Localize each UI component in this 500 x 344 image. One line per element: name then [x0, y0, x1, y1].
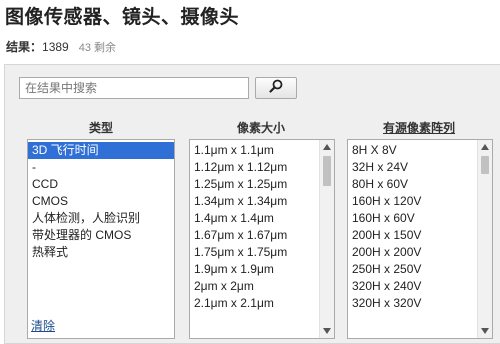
results-summary: 结果：1389 43 剩余	[6, 38, 116, 55]
search-icon	[269, 79, 283, 98]
list-option[interactable]: 1.9μm x 1.9μm	[190, 261, 320, 278]
scroll-down-icon[interactable]	[478, 324, 492, 338]
pixel-size-listbox[interactable]: 1.1μm x 1.1μm 1.12μm x 1.12μm 1.25μm x 1.2…	[189, 139, 335, 339]
scroll-up-icon[interactable]	[320, 140, 334, 154]
page-title: 图像传感器、镜头、摄像头	[5, 7, 240, 28]
results-count: 1389	[42, 40, 69, 54]
results-label: 结果：	[6, 40, 43, 54]
list-option[interactable]: 160H x 60V	[348, 210, 478, 227]
results-remaining: 43 剩余	[78, 42, 117, 54]
list-option[interactable]: 1.25μm x 1.25μm	[190, 176, 320, 193]
list-option[interactable]: 320H x 240V	[348, 278, 478, 295]
search-input[interactable]	[19, 77, 249, 99]
list-option[interactable]: 250H x 250V	[348, 261, 478, 278]
facet-title-active-pixel-array[interactable]: 有源像素阵列	[383, 119, 455, 136]
type-options: 3D 飞行时间 - CCD CMOS 人体检测，人脸识别 带处理器的 CMOS 热释式	[28, 142, 174, 261]
list-option[interactable]: 200H x 200V	[348, 244, 478, 261]
scroll-down-icon[interactable]	[320, 324, 334, 338]
type-listbox[interactable]: 3D 飞行时间 - CCD CMOS 人体检测，人脸识别 带处理器的 CMOS 热释式	[27, 139, 175, 339]
scrollbar-thumb[interactable]	[481, 156, 489, 174]
list-option[interactable]: 1.12μm x 1.12μm	[190, 159, 320, 176]
list-option[interactable]: 1.75μm x 1.75μm	[190, 244, 320, 261]
list-option[interactable]: 2μm x 2μm	[190, 278, 320, 295]
search-button[interactable]	[255, 77, 297, 99]
list-option[interactable]: 1.67μm x 1.67μm	[190, 227, 320, 244]
list-option[interactable]: -	[28, 159, 174, 176]
list-option[interactable]: 320H x 320V	[348, 295, 478, 312]
active-pixel-array-options: 8H X 8V 32H x 24V 80H x 60V 160H x 120V 160H…	[348, 142, 478, 312]
scroll-up-icon[interactable]	[478, 140, 492, 154]
list-option[interactable]: 1.1μm x 1.1μm	[190, 142, 320, 159]
list-option[interactable]: 2.1μm x 2.1μm	[190, 295, 320, 312]
list-option[interactable]: 200H x 150V	[348, 227, 478, 244]
list-option[interactable]: 80H x 60V	[348, 176, 478, 193]
list-option[interactable]: CMOS	[28, 193, 174, 210]
list-option[interactable]: 3D 飞行时间	[28, 142, 174, 159]
list-option[interactable]: 32H x 24V	[348, 159, 478, 176]
list-option[interactable]: 1.34μm x 1.34μm	[190, 193, 320, 210]
active-pixel-array-scrollbar[interactable]	[477, 140, 492, 338]
list-option[interactable]: CCD	[28, 176, 174, 193]
facet-title-pixel-size: 像素大小	[237, 121, 286, 135]
list-option[interactable]: 8H X 8V	[348, 142, 478, 159]
list-option[interactable]: 1.4μm x 1.4μm	[190, 210, 320, 227]
list-option[interactable]: 带处理器的 CMOS	[28, 227, 174, 244]
list-option[interactable]: 人体检测，人脸识别	[28, 210, 174, 227]
filter-panel: 类型 3D 飞行时间-CCDCMOS人体检测，人脸识别带处理器的 CMOS热释式…	[4, 64, 500, 344]
facet-title-type: 类型	[89, 121, 114, 135]
clear-link[interactable]: 清除	[31, 317, 55, 334]
pixel-size-scrollbar[interactable]	[319, 140, 334, 338]
list-option[interactable]: 热释式	[28, 244, 174, 261]
list-option[interactable]: 160H x 120V	[348, 193, 478, 210]
active-pixel-array-listbox[interactable]: 8H X 8V 32H x 24V 80H x 60V 160H x 120V 160H…	[347, 139, 493, 339]
scrollbar-thumb[interactable]	[323, 156, 331, 186]
pixel-size-options: 1.1μm x 1.1μm 1.12μm x 1.12μm 1.25μm x 1.2…	[190, 142, 320, 312]
